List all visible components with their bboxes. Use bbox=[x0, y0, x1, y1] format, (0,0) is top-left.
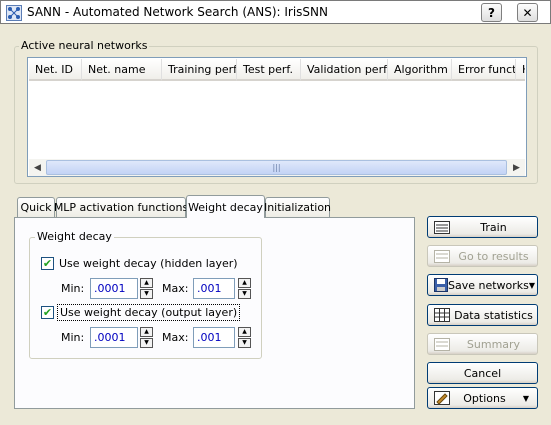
summary-label: Summary bbox=[466, 337, 521, 351]
output-min-spinner[interactable]: ▲ ▼ bbox=[140, 327, 153, 348]
output-max-input[interactable]: .001 bbox=[193, 327, 235, 348]
network-app-icon bbox=[6, 5, 22, 21]
scroll-right-icon[interactable]: ▶ bbox=[508, 159, 525, 176]
column-header[interactable]: Net. ID bbox=[29, 59, 82, 81]
column-header[interactable]: Validation perf. bbox=[301, 59, 388, 81]
tab-quick[interactable]: Quick bbox=[17, 197, 55, 217]
horizontal-scrollbar[interactable]: ◀ ||| ▶ bbox=[29, 159, 525, 176]
scroll-left-icon[interactable]: ◀ bbox=[29, 159, 46, 176]
summary-button[interactable]: Summary bbox=[427, 333, 538, 355]
hidden-weight-decay-label: Use weight decay (hidden layer) bbox=[59, 257, 238, 270]
options-icon bbox=[434, 391, 450, 405]
networks-group-label: Active neural networks bbox=[19, 39, 150, 52]
save-networks-button[interactable]: Save networks ▼ bbox=[427, 274, 538, 296]
spin-down-icon[interactable]: ▼ bbox=[140, 338, 153, 348]
spin-down-icon[interactable]: ▼ bbox=[238, 338, 251, 348]
column-header[interactable]: Training perf. bbox=[162, 59, 237, 81]
results-icon bbox=[434, 249, 450, 263]
train-icon bbox=[434, 220, 450, 234]
spin-up-icon[interactable]: ▲ bbox=[140, 278, 153, 288]
dropdown-arrow-icon: ▼ bbox=[522, 393, 530, 403]
go-to-results-button[interactable]: Go to results bbox=[427, 245, 538, 267]
output-weight-decay-label: Use weight decay (output layer) bbox=[57, 304, 241, 321]
spin-up-icon[interactable]: ▲ bbox=[238, 278, 251, 288]
output-max-label: Max: bbox=[162, 331, 189, 344]
cancel-label: Cancel bbox=[463, 366, 502, 380]
spin-up-icon[interactable]: ▲ bbox=[140, 327, 153, 337]
output-weight-decay-checkbox[interactable]: ✔ bbox=[41, 306, 54, 319]
column-header[interactable]: Error funct. bbox=[452, 59, 516, 81]
hidden-min-input[interactable]: .0001 bbox=[90, 278, 138, 299]
column-header[interactable]: Net. name bbox=[82, 59, 162, 81]
help-button[interactable]: ? bbox=[481, 3, 502, 22]
hidden-max-input[interactable]: .001 bbox=[193, 278, 235, 299]
output-max-spinner[interactable]: ▲ ▼ bbox=[238, 327, 251, 348]
hidden-max-label: Max: bbox=[162, 282, 189, 295]
hidden-max-spinner[interactable]: ▲ ▼ bbox=[238, 278, 251, 299]
tab-initialization[interactable]: Initialization bbox=[264, 197, 331, 217]
spreadsheet-icon bbox=[434, 308, 450, 322]
weight-decay-group-label: Weight decay bbox=[35, 230, 114, 243]
tab-mlp-activation-functions[interactable]: MLP activation functions bbox=[54, 197, 188, 217]
column-header[interactable]: H bbox=[516, 59, 525, 81]
networks-list[interactable]: Net. ID Net. name Training perf. Test pe… bbox=[27, 57, 527, 177]
output-min-input[interactable]: .0001 bbox=[90, 327, 138, 348]
spin-down-icon[interactable]: ▼ bbox=[140, 289, 153, 299]
cancel-button[interactable]: Cancel bbox=[427, 362, 538, 384]
scroll-thumb[interactable]: ||| bbox=[46, 160, 507, 175]
output-min-label: Min: bbox=[61, 331, 85, 344]
go-to-results-label: Go to results bbox=[458, 249, 529, 263]
column-header[interactable]: Algorithm bbox=[388, 59, 452, 81]
floppy-disk-icon bbox=[434, 278, 448, 292]
window-title: SANN - Automated Network Search (ANS): I… bbox=[27, 5, 328, 19]
options-button[interactable]: Options ▼ bbox=[427, 387, 538, 409]
summary-icon bbox=[434, 337, 450, 351]
train-button[interactable]: Train bbox=[427, 216, 538, 238]
hidden-min-label: Min: bbox=[61, 282, 85, 295]
tab-weight-decay[interactable]: Weight decay bbox=[186, 195, 265, 218]
spin-up-icon[interactable]: ▲ bbox=[238, 327, 251, 337]
train-label: Train bbox=[480, 220, 507, 234]
data-statistics-label: Data statistics bbox=[454, 308, 533, 322]
spin-down-icon[interactable]: ▼ bbox=[238, 289, 251, 299]
options-label: Options bbox=[463, 391, 506, 405]
data-statistics-button[interactable]: Data statistics bbox=[427, 304, 538, 326]
hidden-min-spinner[interactable]: ▲ ▼ bbox=[140, 278, 153, 299]
save-networks-label: Save networks bbox=[448, 278, 529, 292]
hidden-weight-decay-checkbox[interactable]: ✔ bbox=[41, 257, 54, 270]
title-bar: SANN - Automated Network Search (ANS): I… bbox=[0, 0, 551, 24]
dropdown-arrow-icon: ▼ bbox=[528, 280, 536, 290]
close-button[interactable]: ✕ bbox=[517, 3, 538, 22]
column-header[interactable]: Test perf. bbox=[237, 59, 301, 81]
list-header: Net. ID Net. name Training perf. Test pe… bbox=[29, 59, 525, 81]
